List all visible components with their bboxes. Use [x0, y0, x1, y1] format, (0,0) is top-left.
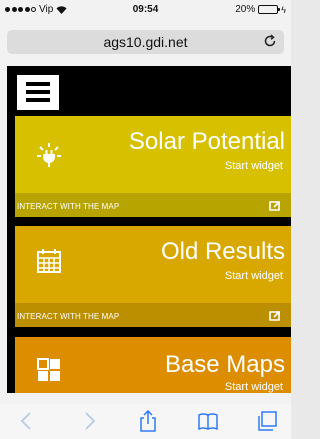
card-title: Base Maps: [164, 351, 285, 378]
card-subtitle: Start widget: [224, 381, 283, 393]
share-icon[interactable]: [137, 410, 159, 432]
open-widget-icon[interactable]: [268, 309, 282, 323]
web-content: Solar Potential Start widget INTERACT WI…: [7, 66, 291, 393]
sun-plug-icon: [37, 143, 61, 167]
hamburger-menu-button[interactable]: [17, 75, 59, 110]
card-subtitle: Start widget: [224, 160, 283, 172]
charging-bolt-icon: ϟ: [281, 4, 286, 15]
phone-screen: Vip 09:54 20% ϟ ags10.gdi.net Solar Pote…: [0, 0, 291, 439]
open-widget-icon[interactable]: [268, 199, 282, 213]
card-subtitle: Start widget: [224, 270, 283, 282]
card-footer-label[interactable]: INTERACT WITH THE MAP: [17, 312, 119, 321]
card-title: Old Results: [160, 238, 285, 265]
bookmarks-book-icon[interactable]: [197, 410, 219, 432]
card-footer-label[interactable]: INTERACT WITH THE MAP: [17, 202, 119, 211]
tabs-icon[interactable]: [256, 410, 278, 432]
back-arrow-icon[interactable]: [16, 410, 38, 432]
forward-arrow-icon[interactable]: [78, 410, 100, 432]
layers-grid-icon: [37, 358, 60, 381]
widget-card-solar-potential[interactable]: Solar Potential Start widget INTERACT WI…: [15, 116, 291, 217]
status-bar: Vip 09:54 20% ϟ: [0, 0, 291, 20]
reload-icon[interactable]: [262, 33, 278, 49]
widget-card-base-maps[interactable]: Base Maps Start widget: [15, 337, 291, 393]
calendar-grid-icon: [37, 249, 61, 273]
card-title: Solar Potential: [128, 128, 285, 155]
widget-card-old-results[interactable]: Old Results Start widget INTERACT WITH T…: [15, 226, 291, 327]
battery-area: 20% ϟ: [235, 4, 286, 15]
battery-icon: [258, 5, 281, 14]
battery-percentage: 20%: [235, 4, 256, 15]
url-text[interactable]: ags10.gdi.net: [7, 34, 284, 50]
address-bar[interactable]: ags10.gdi.net: [7, 30, 284, 54]
browser-toolbar: [0, 404, 291, 439]
